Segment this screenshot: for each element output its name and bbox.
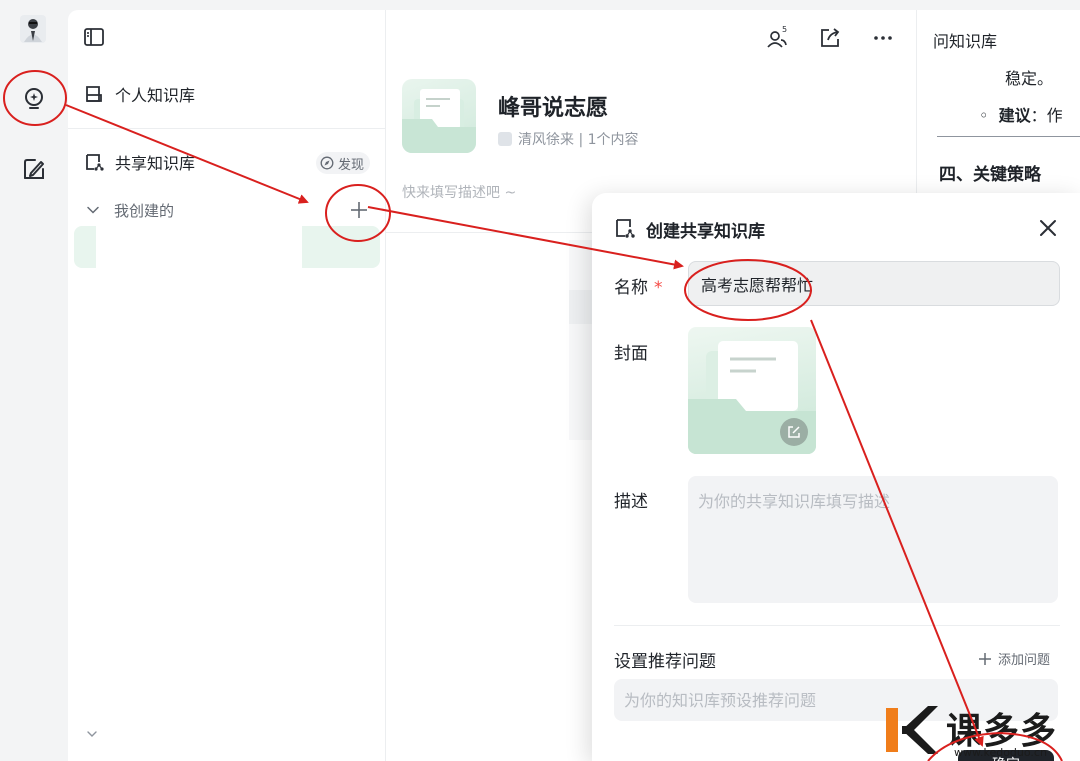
group-label: 我创建的 [114, 201, 175, 220]
share-icon [821, 28, 840, 47]
discover-label: 发现 [338, 157, 365, 173]
personal-kb-icon [86, 86, 102, 102]
left-rail [0, 0, 66, 761]
watermark: 课多多 www.kedoduo.cn [880, 700, 1080, 761]
sidebar-item-label: 共享知识库 [115, 154, 196, 173]
recommended-questions-label: 设置推荐问题 [614, 652, 716, 672]
name-label: 名称 * [614, 273, 663, 298]
more-button[interactable] [871, 26, 895, 50]
required-mark: * [654, 278, 663, 298]
doc-horizontal-rule [937, 136, 1080, 137]
kb-description-placeholder[interactable]: 快来填写描述吧 ~ [402, 182, 516, 202]
members-button[interactable]: 5 [765, 25, 789, 50]
chevron-down-icon[interactable] [84, 726, 100, 742]
dialog-title: 创建共享知识库 [646, 222, 765, 242]
author-avatar [498, 132, 512, 146]
add-kb-plus-icon[interactable] [349, 200, 369, 220]
member-count: 5 [782, 26, 787, 34]
folder-document-icon [402, 89, 476, 153]
name-label-text: 名称 [614, 278, 648, 298]
shared-kb-icon [86, 154, 104, 171]
sidebar-toggle-icon [84, 28, 104, 46]
dialog-divider [614, 625, 1060, 626]
sidebar-divider [68, 128, 386, 129]
kb-meta: 清风徐来 | 1个内容 [498, 129, 639, 149]
edit-cover-button[interactable] [780, 418, 808, 446]
description-textarea[interactable] [688, 476, 1058, 603]
sidebar-item-personal-kb[interactable]: 个人知识库 [68, 76, 386, 112]
doc-text-line: 稳定。 [1005, 69, 1054, 88]
kb-meta-text: 清风徐来 | 1个内容 [518, 132, 639, 148]
edit-note-button[interactable] [18, 153, 50, 185]
selected-kb-item-mask [96, 226, 302, 268]
group-my-created[interactable]: 我创建的 [68, 192, 386, 228]
sidebar-item-label: 个人知识库 [115, 86, 196, 105]
create-shared-kb-dialog: 创建共享知识库 名称 * 封面 描述 设置推荐问题 添加问题 [592, 193, 1080, 761]
kb-name-input[interactable] [688, 261, 1060, 306]
add-question-button[interactable]: 添加问题 [978, 649, 1050, 668]
cover-label: 封面 [614, 344, 648, 364]
doc-bullet-bold: 建议 [998, 106, 1031, 125]
lightbulb-icon [25, 88, 43, 109]
sidebar-toggle-button[interactable] [83, 26, 105, 48]
description-label: 描述 [614, 492, 648, 512]
share-button[interactable] [818, 26, 842, 50]
kb-cover-image [402, 79, 476, 153]
shared-kb-icon [616, 219, 635, 238]
user-avatar[interactable] [20, 15, 46, 43]
knowledge-sidebar: 个人知识库 共享知识库 发现 我创建的 [68, 10, 386, 761]
doc-bullet: ◦ 建议：作 [979, 102, 1063, 126]
chevron-down-icon [87, 206, 99, 214]
cover-picker[interactable] [688, 327, 816, 454]
members-icon: 5 [767, 25, 787, 48]
bullet-circle-icon: ◦ [979, 106, 989, 125]
add-question-label: 添加问题 [998, 653, 1051, 668]
plus-icon [979, 652, 991, 665]
selected-kb-item[interactable] [74, 226, 380, 268]
kb-title: 峰哥说志愿 [498, 96, 609, 121]
brand-logo-icon [886, 706, 938, 754]
watermark-url: www.kedoduo.cn [954, 746, 1047, 759]
doc-bullet-rest: ：作 [1030, 106, 1063, 125]
knowledge-lightbulb-button[interactable] [18, 83, 50, 115]
more-dots-icon [874, 36, 892, 40]
edit-icon [788, 426, 800, 438]
edit-note-icon [24, 159, 44, 179]
compass-icon [320, 156, 334, 170]
doc-panel-title: 问知识库 [933, 32, 998, 51]
doc-heading: 四、关键策略 [939, 165, 1041, 185]
close-icon[interactable] [1036, 216, 1060, 240]
discover-button[interactable]: 发现 [316, 152, 371, 174]
